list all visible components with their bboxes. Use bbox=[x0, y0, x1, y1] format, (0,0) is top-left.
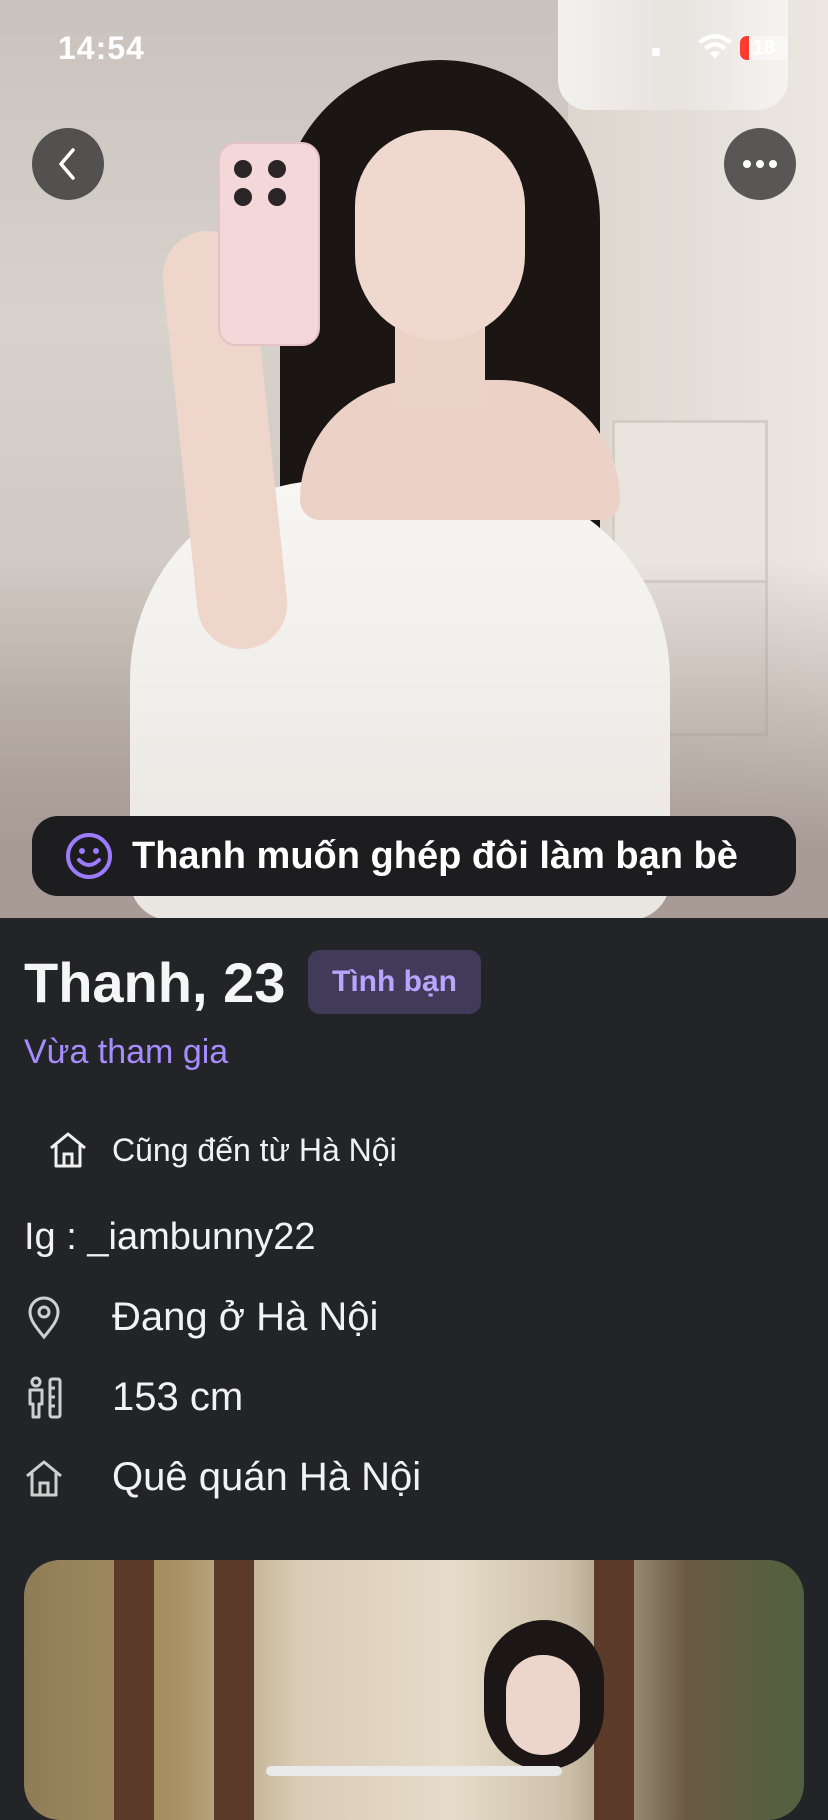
photo-door bbox=[214, 1560, 254, 1820]
detail-height-text: 153 cm bbox=[112, 1375, 244, 1419]
status-time: 14:54 bbox=[58, 30, 145, 66]
intent-badge: Tình bạn bbox=[308, 950, 481, 1014]
photo-door bbox=[114, 1560, 154, 1820]
detail-location-text: Đang ở Hà Nội bbox=[112, 1295, 379, 1339]
battery-level: 18 bbox=[752, 37, 776, 59]
match-intent-text: Thanh muốn ghép đôi làm bạn bè bbox=[132, 834, 738, 877]
profile-name-age: Thanh, 23 bbox=[24, 951, 286, 1014]
joined-status: Vừa tham gia bbox=[24, 1033, 229, 1071]
wifi-icon bbox=[698, 34, 732, 59]
home-icon bbox=[50, 1132, 86, 1168]
common-hometown-row: Cũng đến từ Hà Nội bbox=[46, 1128, 397, 1172]
profile-photo-2[interactable] bbox=[24, 1560, 804, 1820]
photo-face bbox=[355, 130, 525, 340]
detail-row-location: Đang ở Hà Nội bbox=[24, 1295, 378, 1340]
photo-face bbox=[506, 1655, 580, 1755]
detail-row-hometown: Quê quán Hà Nội bbox=[24, 1455, 421, 1500]
home-icon bbox=[26, 1460, 62, 1496]
smiley-icon bbox=[66, 833, 112, 879]
back-button[interactable] bbox=[32, 128, 104, 200]
location-pin-icon bbox=[28, 1296, 60, 1339]
photo-phone bbox=[218, 142, 320, 346]
signal-icon bbox=[652, 48, 660, 56]
home-indicator[interactable] bbox=[266, 1766, 562, 1776]
detail-hometown-text: Quê quán Hà Nội bbox=[112, 1455, 422, 1499]
ellipsis-icon bbox=[743, 160, 777, 168]
profile-photo[interactable] bbox=[0, 0, 828, 918]
detail-row-height: 153 cm bbox=[24, 1375, 243, 1420]
battery-icon: 18 bbox=[740, 36, 788, 60]
chevron-left-icon bbox=[59, 148, 75, 180]
status-bar: 14:54 18 bbox=[0, 0, 828, 100]
common-hometown-text: Cũng đến từ Hà Nội bbox=[112, 1131, 397, 1168]
match-intent-banner: Thanh muốn ghép đôi làm bạn bè bbox=[32, 816, 796, 896]
height-icon bbox=[28, 1376, 62, 1418]
profile-bio: Ig : _iambunny22 bbox=[24, 1216, 316, 1258]
more-options-button[interactable] bbox=[724, 128, 796, 200]
